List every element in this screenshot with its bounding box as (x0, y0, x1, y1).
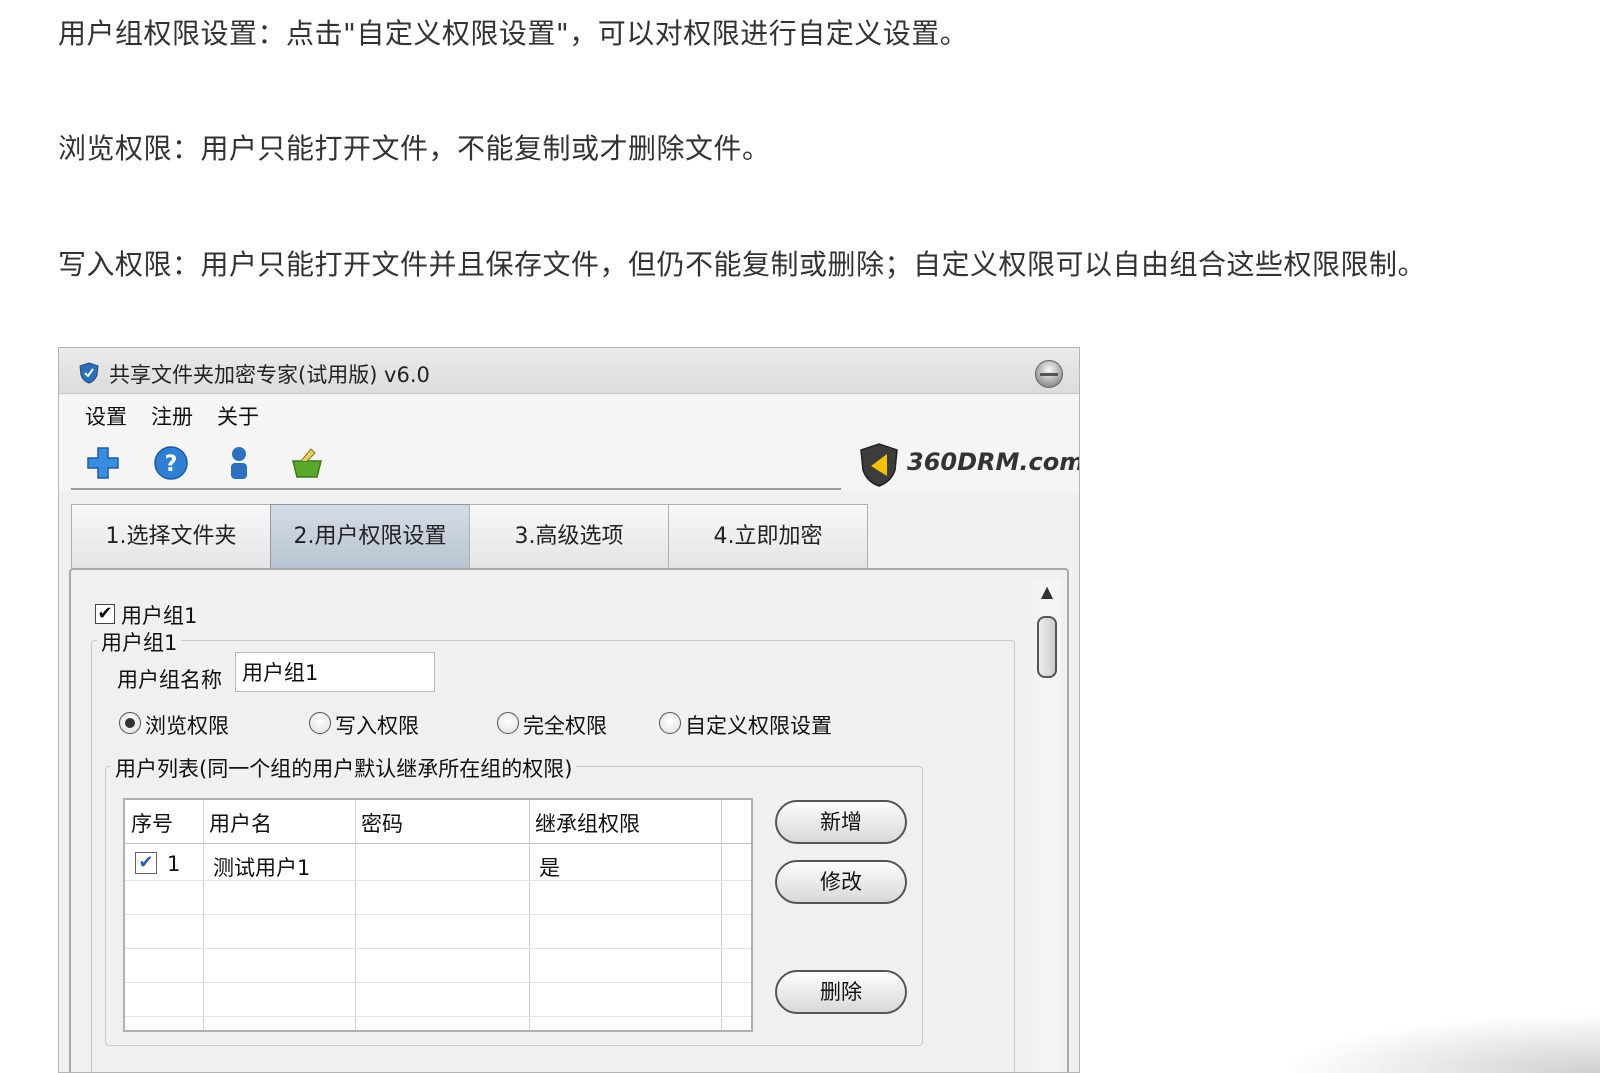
radio-write-permission[interactable] (309, 712, 331, 734)
radio-browse-permission[interactable] (119, 712, 141, 734)
radio-custom-label: 自定义权限设置 (685, 714, 832, 738)
column-divider (355, 800, 356, 1030)
column-header-inherit[interactable]: 继承组权限 (535, 808, 640, 838)
svg-text:?: ? (165, 452, 178, 477)
column-divider (203, 800, 204, 1030)
title-bar: 共享文件夹加密专家(试用版) v6.0 (59, 348, 1079, 394)
article-paragraph-1: 用户组权限设置：点击"自定义权限设置"，可以对权限进行自定义设置。 (58, 17, 969, 50)
row-divider (125, 982, 751, 983)
plus-icon[interactable] (85, 445, 121, 481)
menu-about[interactable]: 关于 (217, 401, 259, 431)
radio-write-label: 写入权限 (335, 714, 419, 738)
vertical-scrollbar[interactable]: ▲ (1033, 578, 1061, 1072)
column-header-username[interactable]: 用户名 (209, 808, 272, 838)
window-title: 共享文件夹加密专家(试用版) v6.0 (109, 363, 430, 387)
shield-icon (79, 362, 99, 384)
tab-advanced-options[interactable]: 3.高级选项 (469, 504, 669, 568)
user-icon[interactable] (221, 445, 257, 481)
menu-register[interactable]: 注册 (151, 401, 193, 431)
group-name-label: 用户组名称 (117, 668, 222, 692)
radio-full-permission[interactable] (497, 712, 519, 734)
logo-text: 360DRM.com (907, 448, 1080, 476)
add-user-button[interactable]: 新增 (775, 800, 907, 844)
column-divider (529, 800, 530, 1030)
article-paragraph-2: 浏览权限：用户只能打开文件，不能复制或才删除文件。 (58, 132, 771, 165)
app-window: 共享文件夹加密专家(试用版) v6.0 设置 注册 关于 ? 360DRM.co… (58, 347, 1080, 1073)
user-list-title: 用户列表(同一个组的用户默认继承所在组的权限) (111, 753, 577, 783)
group-checkbox[interactable]: ✔ (95, 604, 115, 624)
row-divider (125, 914, 751, 915)
logo-shield-icon (860, 443, 898, 487)
row-divider (125, 1016, 751, 1017)
column-divider (721, 800, 722, 1030)
row-index: 1 (167, 852, 181, 876)
group-checkbox-label: 用户组1 (121, 604, 198, 628)
tab-select-folder[interactable]: 1.选择文件夹 (71, 504, 271, 568)
radio-browse-label: 浏览权限 (145, 714, 229, 738)
row-divider (125, 948, 751, 949)
radio-full-label: 完全权限 (523, 714, 607, 738)
scroll-thumb[interactable] (1037, 616, 1057, 678)
user-table: 序号 用户名 密码 继承组权限 ✔ 1 测试用户1 是 (123, 798, 753, 1032)
article-paragraph-3: 写入权限：用户只能打开文件并且保存文件，但仍不能复制或删除；自定义权限可以自由组… (58, 248, 1427, 281)
column-header-password[interactable]: 密码 (361, 808, 403, 838)
menu-settings[interactable]: 设置 (85, 401, 127, 431)
tab-encrypt-now[interactable]: 4.立即加密 (668, 504, 868, 568)
tab-user-permissions[interactable]: 2.用户权限设置 (270, 504, 470, 568)
edit-user-button[interactable]: 修改 (775, 860, 907, 904)
table-header: 序号 用户名 密码 继承组权限 (125, 800, 751, 844)
window-close-button[interactable] (1035, 360, 1063, 388)
toolbar-divider (71, 488, 841, 490)
radio-custom-permission[interactable] (659, 712, 681, 734)
row-username: 测试用户1 (213, 856, 311, 880)
basket-icon[interactable] (289, 445, 325, 481)
menu-bar: 设置 注册 关于 (59, 395, 1079, 435)
group-name-input[interactable]: 用户组1 (235, 652, 435, 692)
scroll-up-arrow-icon[interactable]: ▲ (1033, 582, 1061, 604)
logo: 360DRM.com (859, 440, 1079, 490)
page-shadow (1280, 1013, 1600, 1073)
column-header-index[interactable]: 序号 (131, 808, 173, 838)
delete-user-button[interactable]: 删除 (775, 970, 907, 1014)
help-icon[interactable]: ? (153, 445, 189, 481)
row-inherit: 是 (539, 856, 560, 880)
row-checkbox[interactable]: ✔ (135, 852, 157, 874)
group-box-title: 用户组1 (97, 627, 182, 657)
